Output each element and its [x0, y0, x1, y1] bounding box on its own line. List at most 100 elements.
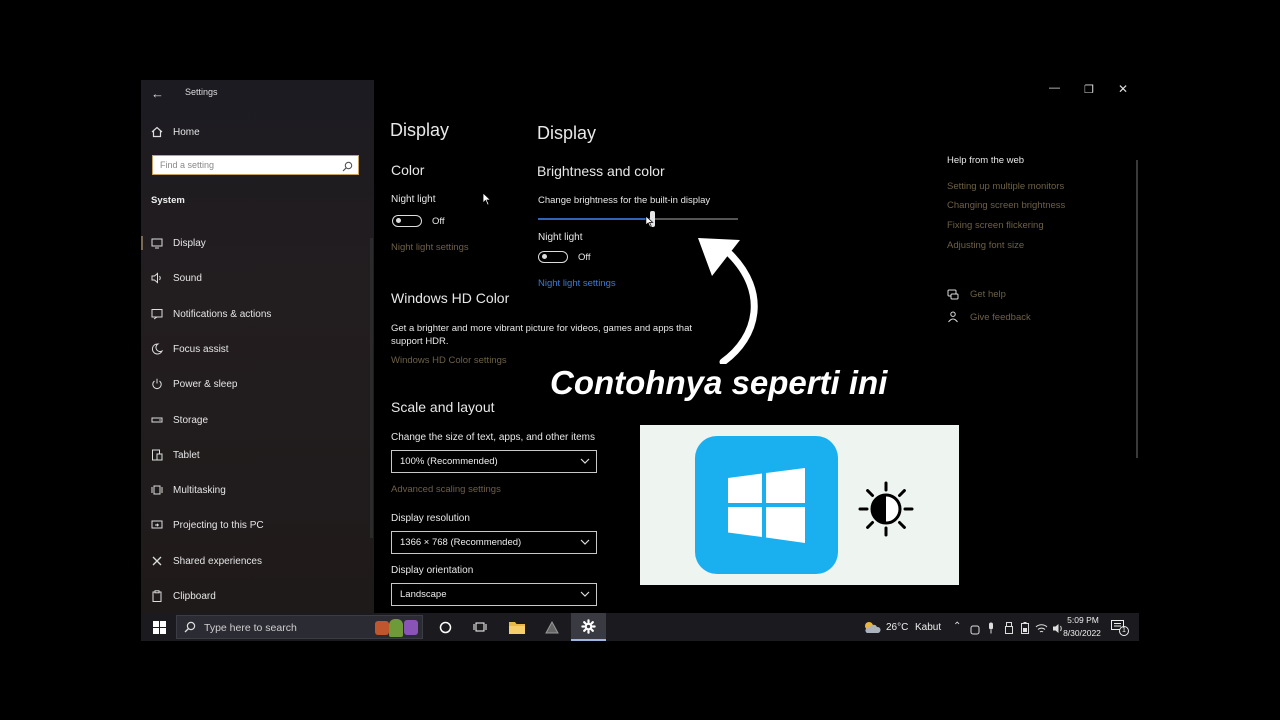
taskbar-file-explorer[interactable]: [506, 613, 528, 641]
scale-label: Change the size of text, apps, and other…: [391, 432, 596, 443]
battery-icon[interactable]: [1021, 621, 1029, 639]
minimize-button[interactable]: —: [1049, 82, 1060, 94]
night-light-state: Off: [432, 216, 445, 227]
notification-center-button[interactable]: 1: [1111, 620, 1129, 636]
sidebar-item-label: Sound: [173, 272, 202, 284]
advanced-scaling-link[interactable]: Advanced scaling settings: [391, 484, 501, 495]
speaker-icon: [151, 272, 163, 284]
color-heading: Color: [391, 162, 425, 178]
search-icon[interactable]: [342, 159, 353, 177]
shared-icon: [151, 555, 163, 567]
taskbar: Type here to search 26°C Kabut ⌃ 5:09 PM…: [141, 613, 1139, 641]
home-icon: [151, 126, 163, 138]
weather-desc[interactable]: Kabut: [915, 622, 941, 633]
wifi-icon[interactable]: [1035, 621, 1048, 639]
get-help-link[interactable]: Get help: [970, 289, 1006, 300]
taskbar-search-placeholder: Type here to search: [204, 622, 297, 634]
night-light-settings-link[interactable]: Night light settings: [391, 242, 469, 253]
clock-date[interactable]: 8/30/2022: [1057, 628, 1107, 638]
overlay-night-light-state: Off: [578, 252, 591, 263]
search-highlight-image: [373, 617, 421, 637]
sidebar-item-label: Clipboard: [173, 590, 216, 602]
sidebar-item-power-sleep[interactable]: Power & sleep: [151, 375, 237, 393]
network-tray-icon[interactable]: [970, 622, 980, 640]
weather-temp[interactable]: 26°C: [886, 622, 908, 633]
sidebar-item-sound[interactable]: Sound: [151, 269, 202, 287]
search-input[interactable]: Find a setting: [152, 155, 359, 175]
night-light-toggle[interactable]: [392, 215, 422, 227]
help-link[interactable]: Changing screen brightness: [947, 200, 1065, 211]
sidebar-item-label: Tablet: [173, 449, 200, 461]
hd-color-desc-2: support HDR.: [391, 336, 449, 347]
sidebar-item-storage[interactable]: Storage: [151, 411, 208, 429]
sidebar-item-tablet[interactable]: Tablet: [151, 446, 200, 464]
sidebar-item-label: Projecting to this PC: [173, 519, 264, 531]
weather-icon: [863, 620, 881, 639]
overlay-night-light-label: Night light: [538, 232, 583, 243]
sidebar-item-notifications[interactable]: Notifications & actions: [151, 305, 271, 323]
scale-heading: Scale and layout: [391, 399, 495, 415]
help-link[interactable]: Fixing screen flickering: [947, 220, 1044, 231]
scale-value: 100% (Recommended): [400, 456, 498, 467]
folder-icon: [509, 621, 525, 634]
sidebar-item-display[interactable]: Display: [141, 234, 206, 252]
sidebar-item-label: Power & sleep: [173, 378, 238, 390]
sidebar-item-label: Focus assist: [173, 343, 229, 355]
sidebar-item-label: Notifications & actions: [173, 308, 272, 320]
clipboard-icon: [151, 590, 163, 602]
windows-logo-icon: [695, 436, 838, 574]
sidebar-home[interactable]: Home: [151, 123, 200, 141]
moon-icon: [151, 343, 163, 355]
sidebar-item-projecting[interactable]: Projecting to this PC: [151, 516, 264, 534]
sidebar: ← Settings Home Find a setting System Di…: [141, 80, 374, 613]
taskbar-settings[interactable]: [571, 613, 606, 641]
taskbar-search-box[interactable]: Type here to search: [176, 615, 423, 639]
orientation-label: Display orientation: [391, 565, 474, 576]
close-button[interactable]: ✕: [1118, 82, 1128, 96]
usb-icon[interactable]: [1005, 621, 1013, 639]
content-scrollbar[interactable]: [1136, 160, 1138, 458]
brightness-slider-fill: [538, 218, 652, 220]
page-title: Display: [390, 120, 450, 140]
mouse-cursor-icon: [645, 215, 654, 233]
help-link[interactable]: Setting up multiple monitors: [947, 181, 1064, 192]
sidebar-scrollbar[interactable]: [370, 238, 373, 538]
sidebar-item-multitasking[interactable]: Multitasking: [151, 481, 226, 499]
sidebar-item-focus-assist[interactable]: Focus assist: [151, 340, 229, 358]
give-feedback-link[interactable]: Give feedback: [970, 312, 1031, 323]
storage-icon: [151, 414, 163, 426]
sidebar-item-clipboard[interactable]: Clipboard: [151, 587, 216, 605]
microphone-icon[interactable]: [987, 621, 995, 639]
overlay-night-light-settings-link[interactable]: Night light settings: [538, 278, 616, 289]
sidebar-home-label: Home: [173, 126, 200, 138]
tablet-icon: [151, 449, 163, 461]
windows-start-icon: [152, 620, 166, 634]
hd-color-desc-1: Get a brighter and more vibrant picture …: [391, 323, 692, 334]
help-link[interactable]: Adjusting font size: [947, 240, 1024, 251]
search-placeholder: Find a setting: [160, 160, 215, 170]
multitasking-icon: [151, 484, 163, 496]
notification-icon: [151, 308, 163, 320]
taskbar-app[interactable]: [541, 613, 563, 641]
cortana-button[interactable]: [435, 613, 455, 641]
hd-color-settings-link[interactable]: Windows HD Color settings: [391, 355, 507, 366]
orientation-dropdown[interactable]: Landscape: [391, 583, 597, 606]
clock-time[interactable]: 5:09 PM: [1063, 615, 1103, 625]
scale-dropdown[interactable]: 100% (Recommended): [391, 450, 597, 473]
sidebar-item-label: Shared experiences: [173, 555, 262, 567]
section-title: System: [151, 195, 185, 206]
search-icon: [184, 621, 196, 633]
restore-button[interactable]: ❐: [1084, 83, 1094, 96]
get-help-icon: [947, 288, 959, 306]
overlay-night-light-toggle[interactable]: [538, 251, 568, 263]
chevron-up-icon[interactable]: ⌃: [953, 621, 961, 632]
brightness-slider[interactable]: [538, 211, 738, 228]
power-icon: [151, 378, 163, 390]
sidebar-item-shared-experiences[interactable]: Shared experiences: [151, 552, 262, 570]
start-button[interactable]: [149, 613, 169, 641]
back-arrow-icon[interactable]: ←: [151, 86, 164, 101]
gear-icon: [581, 618, 596, 634]
task-view-button[interactable]: [470, 613, 490, 641]
resolution-dropdown[interactable]: 1366 × 768 (Recommended): [391, 531, 597, 554]
monitor-icon: [151, 237, 163, 249]
